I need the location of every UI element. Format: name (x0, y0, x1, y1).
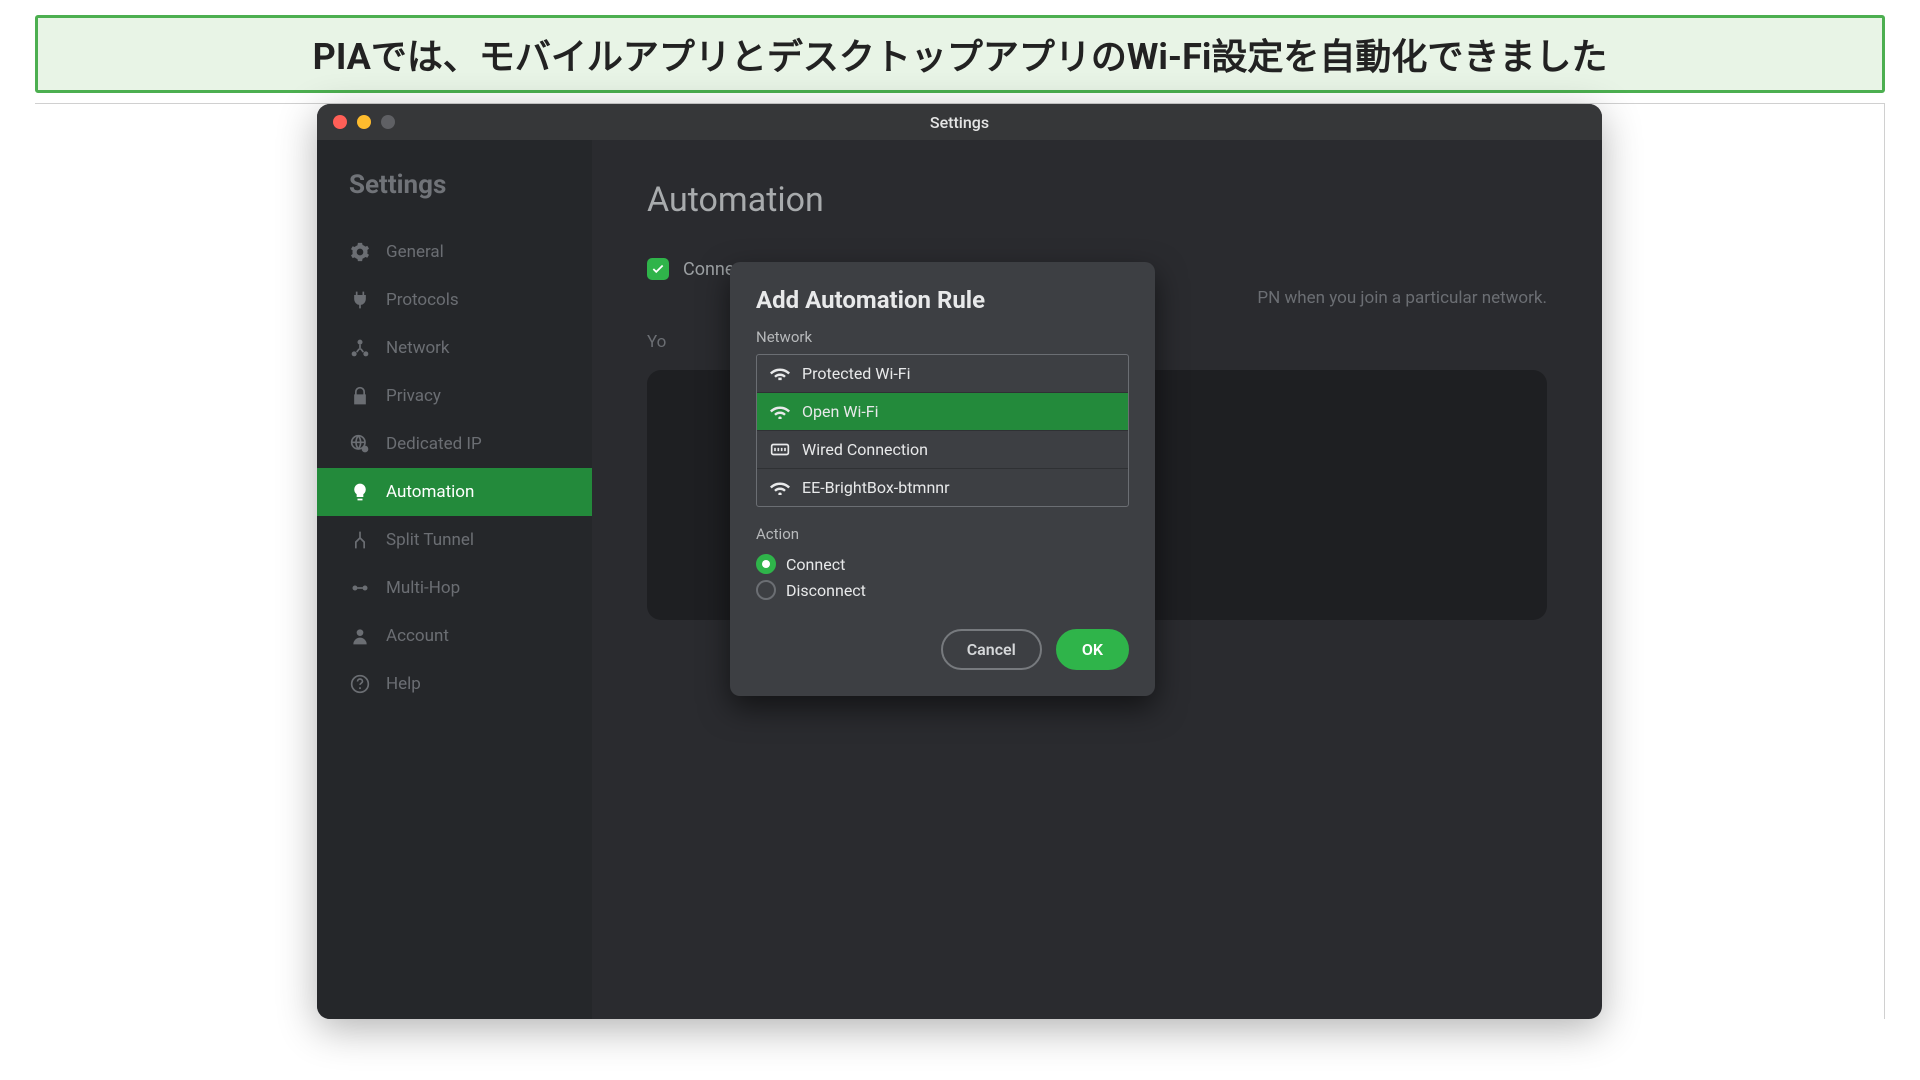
sidebar-item-label: Split Tunnel (386, 530, 474, 550)
action-option-label: Disconnect (786, 581, 866, 600)
sidebar-item-label: Dedicated IP (386, 434, 482, 454)
cancel-button[interactable]: Cancel (941, 629, 1042, 670)
sidebar-item-label: Account (386, 626, 449, 646)
sidebar-item-automation[interactable]: Automation (317, 468, 592, 516)
add-automation-rule-modal: Add Automation Rule Network Protected Wi… (730, 262, 1155, 696)
network-option-wired[interactable]: Wired Connection (757, 431, 1128, 469)
network-option-label: Wired Connection (802, 440, 928, 459)
lightbulb-icon (349, 481, 371, 503)
sidebar-title: Settings (317, 170, 592, 228)
gear-icon (349, 241, 371, 263)
multihop-icon (349, 577, 371, 599)
sidebar-item-account[interactable]: Account (317, 612, 592, 660)
network-section-label: Network (756, 328, 1129, 346)
account-icon (349, 625, 371, 647)
action-option-disconnect[interactable]: Disconnect (756, 577, 1129, 603)
network-option-label: Open Wi-Fi (802, 402, 879, 421)
action-option-connect[interactable]: Connect (756, 551, 1129, 577)
help-icon (349, 673, 371, 695)
sidebar-item-split-tunnel[interactable]: Split Tunnel (317, 516, 592, 564)
page-title: Automation (647, 180, 1547, 220)
sidebar-item-label: General (386, 242, 444, 262)
settings-window: Settings Settings General Protocols Netw… (317, 104, 1602, 1019)
sidebar-item-protocols[interactable]: Protocols (317, 276, 592, 324)
ethernet-icon (770, 442, 790, 458)
action-section-label: Action (756, 525, 1129, 543)
globe-pin-icon (349, 433, 371, 455)
modal-footer: Cancel OK (756, 629, 1129, 670)
sidebar-item-privacy[interactable]: Privacy (317, 372, 592, 420)
sidebar-item-label: Automation (386, 482, 474, 502)
sidebar-item-label: Protocols (386, 290, 459, 310)
sidebar-item-general[interactable]: General (317, 228, 592, 276)
network-list: Protected Wi-Fi Open Wi-Fi Wired Connect… (756, 354, 1129, 507)
sidebar-item-help[interactable]: Help (317, 660, 592, 708)
sidebar-item-label: Network (386, 338, 450, 358)
checkbox-checked-icon (647, 258, 669, 280)
action-option-label: Connect (786, 555, 845, 574)
network-option-open-wifi[interactable]: Open Wi-Fi (757, 393, 1128, 431)
modal-title: Add Automation Rule (756, 286, 1129, 314)
sidebar-item-multi-hop[interactable]: Multi-Hop (317, 564, 592, 612)
protocols-icon (349, 289, 371, 311)
sidebar: Settings General Protocols Network Priva… (317, 140, 592, 1019)
network-option-ee-brightbox[interactable]: EE-BrightBox-btmnnr (757, 469, 1128, 506)
window-title: Settings (317, 113, 1602, 132)
wifi-icon (770, 480, 790, 496)
description-fragment: PN when you join a particular network. (1257, 288, 1547, 308)
description-fragment: Yo (647, 332, 666, 352)
sidebar-item-dedicated-ip[interactable]: Dedicated IP (317, 420, 592, 468)
sidebar-item-label: Multi-Hop (386, 578, 460, 598)
radio-unchecked-icon (756, 580, 776, 600)
wifi-lock-icon (770, 366, 790, 382)
sidebar-item-label: Privacy (386, 386, 441, 406)
radio-checked-icon (756, 554, 776, 574)
lock-icon (349, 385, 371, 407)
network-option-label: Protected Wi-Fi (802, 364, 911, 383)
split-icon (349, 529, 371, 551)
network-option-protected-wifi[interactable]: Protected Wi-Fi (757, 355, 1128, 393)
ok-button[interactable]: OK (1056, 629, 1129, 670)
sidebar-item-label: Help (386, 674, 421, 694)
sidebar-item-network[interactable]: Network (317, 324, 592, 372)
titlebar: Settings (317, 104, 1602, 140)
network-option-label: EE-BrightBox-btmnnr (802, 478, 950, 497)
network-icon (349, 337, 371, 359)
annotation-banner: PIAでは、モバイルアプリとデスクトップアプリのWi-Fi設定を自動化できました (35, 15, 1885, 93)
wifi-icon (770, 404, 790, 420)
